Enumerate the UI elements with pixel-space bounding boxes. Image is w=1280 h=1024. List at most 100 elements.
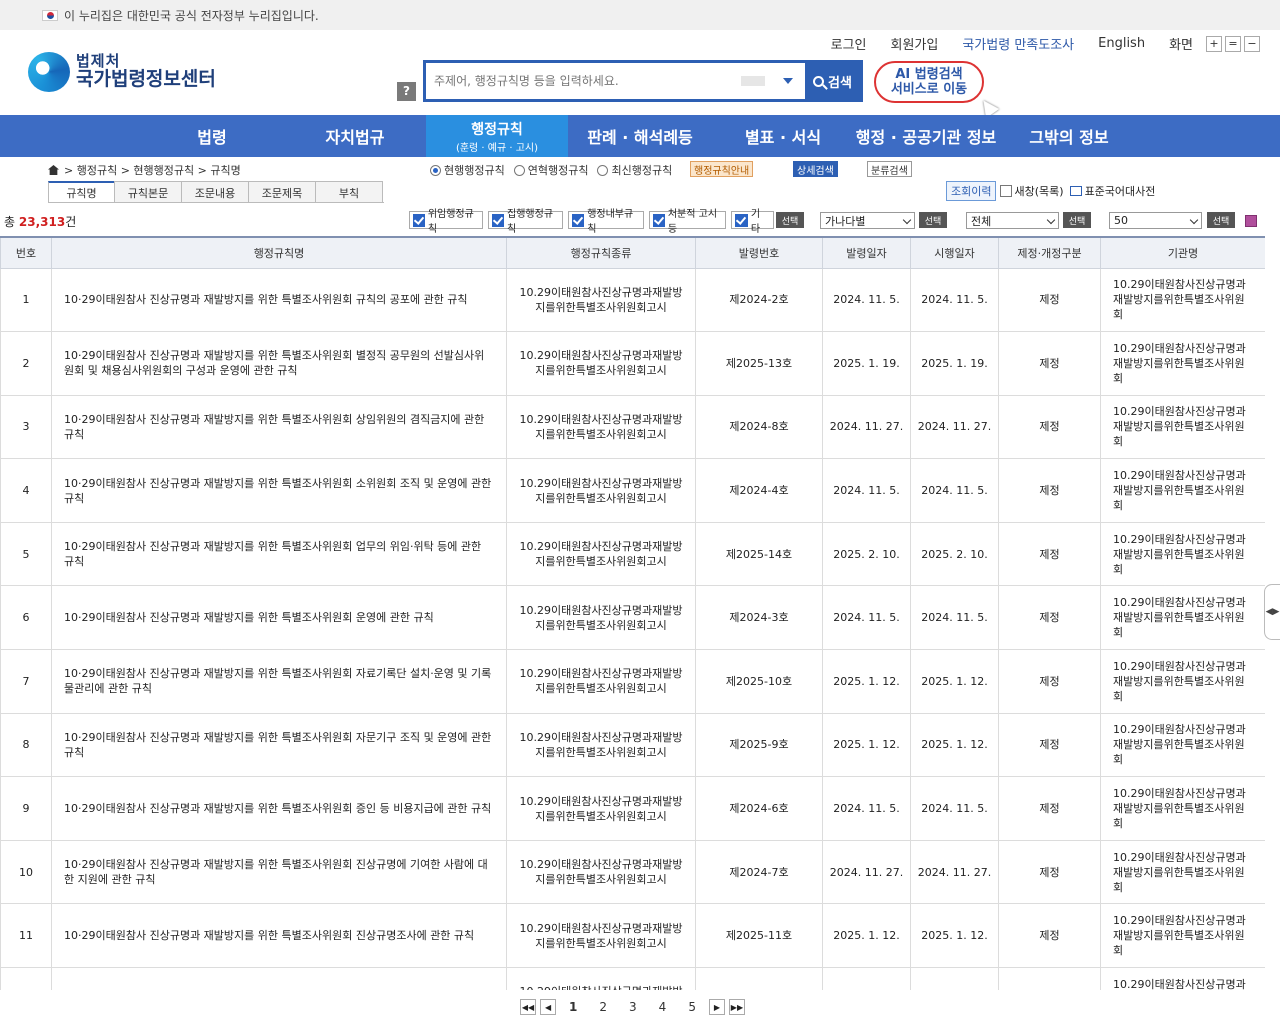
tab-article-content[interactable]: 조문내용 bbox=[181, 181, 249, 203]
col-rule-name-cell[interactable]: 10·29이태원참사 진상규명과 재발방지를 위한 특별조사위원회 자료기록단 … bbox=[51, 649, 507, 714]
col-number-cell: 2 bbox=[0, 331, 52, 396]
col-rule-type-cell: 10.29이태원참사진상규명과재발방지를위한특별조사위원회고시 bbox=[506, 967, 696, 990]
filter-row: 총 23,313건 위임행정규칙 집행행정규칙 행정내부규칙 처분적 고시등 기… bbox=[0, 208, 1265, 236]
filter-other[interactable]: 기타 bbox=[731, 209, 774, 235]
rule-guide-button[interactable]: 행정규칙안내 bbox=[690, 161, 754, 177]
page-link[interactable]: 5 bbox=[688, 1000, 696, 1014]
tab-rule-body[interactable]: 규칙본문 bbox=[114, 181, 182, 203]
save-icon[interactable] bbox=[1245, 215, 1257, 227]
search-help-icon[interactable]: ? bbox=[397, 82, 416, 101]
col-rule-name-cell[interactable]: 10·29이태원참사 진상규명과 재발방지를 위한 특별조사위원회 규칙의 공포… bbox=[51, 267, 507, 333]
filter-select-button[interactable]: 선택 bbox=[776, 212, 804, 228]
pagination: ◀◀ ◀ 1 2 3 4 5 ▶ ▶▶ bbox=[0, 990, 1265, 1024]
category-search-button[interactable]: 분류검색 bbox=[867, 161, 912, 177]
next-page-icon[interactable]: ▶ bbox=[708, 999, 725, 1015]
filter-executive[interactable]: 집행행정규칙 bbox=[488, 209, 563, 235]
tab-rule-name[interactable]: 규칙명 bbox=[48, 181, 115, 203]
side-panel-toggle[interactable]: ◀▶ bbox=[1264, 584, 1280, 640]
col-rule-name-cell[interactable]: 10·29이태원참사 진상규명과 재발방지를 위한 특별조사위원회 소위원회 조… bbox=[51, 458, 507, 523]
search-input[interactable] bbox=[426, 63, 741, 99]
table-row: 2 10·29이태원참사 진상규명과 재발방지를 위한 특별조사위원회 별정직 공… bbox=[0, 331, 1265, 396]
radio-current-rules[interactable]: 현행행정규칙 bbox=[430, 162, 505, 178]
breadcrumb-text: > 행정규칙 > 현행행정규칙 > 규칙명 bbox=[64, 164, 241, 177]
first-page-icon[interactable]: ◀◀ bbox=[520, 999, 537, 1015]
col-rule-name-cell[interactable]: 10·29이태원참사 진상규명과 재발방지를 위한 특별조사위원회 운영에 관한… bbox=[51, 585, 507, 651]
zoom-reset-button[interactable]: = bbox=[1225, 35, 1241, 52]
sort-select-button[interactable]: 선택 bbox=[919, 212, 947, 228]
nav-laws[interactable]: 법령 bbox=[140, 115, 284, 157]
total-count: 총 23,313건 bbox=[4, 213, 76, 230]
prev-page-icon[interactable]: ◀ bbox=[540, 999, 557, 1015]
col-rule-name-cell[interactable]: 10·29이태원참사 진상규명과 재발방지를 위한 특별조사위원회 자문기구 조… bbox=[51, 712, 507, 778]
scope-select[interactable]: 전체 bbox=[966, 212, 1059, 229]
nav-forms[interactable]: 별표 · 서식 bbox=[712, 115, 854, 157]
nav-local-laws[interactable]: 자치법규 bbox=[284, 115, 426, 157]
dictionary-link[interactable]: 표준국어대사전 bbox=[1085, 183, 1156, 199]
col-rule-name-cell[interactable]: 10·29이태원참사 진상규명과 재발방지를 위한 특별조사위원회 별정직 공무… bbox=[51, 331, 507, 396]
col-effective-date-cell: 2025. 2. 10. bbox=[910, 521, 999, 587]
new-window-label: 새창(목록) bbox=[1014, 185, 1064, 198]
radio-history-rules[interactable]: 연혁행정규칙 bbox=[513, 162, 588, 178]
scope-select-button[interactable]: 선택 bbox=[1063, 212, 1091, 228]
col-enact-type-cell: 제정 bbox=[998, 903, 1101, 969]
col-rule-name-cell[interactable]: 10·29이태원참사 진상규명과 재발방지를 위한 특별조사위원회 업무의 위임… bbox=[51, 521, 507, 587]
keyboard-icon[interactable] bbox=[741, 76, 765, 86]
last-page-icon[interactable]: ▶▶ bbox=[728, 999, 745, 1015]
home-icon[interactable] bbox=[48, 165, 59, 175]
col-issue-date-cell: 2025. 1. bbox=[822, 967, 911, 990]
col-rule-name-cell[interactable]: 10·29이태원참사 진상규명과 재발방지를 위한 특별조사위원회 진상규명조사… bbox=[51, 903, 507, 969]
nav-precedents[interactable]: 판례 · 해석례등 bbox=[568, 115, 712, 157]
signup-link[interactable]: 회원가입 bbox=[891, 34, 939, 53]
col-rule-name-cell[interactable]: 10·29이태원참사 진상규명과 재발방지를 위한 특별조사위원회 상임위원의 … bbox=[51, 394, 507, 460]
col-issue-number-cell: 제2024-3호 bbox=[695, 585, 823, 651]
search-button[interactable]: 검색 bbox=[805, 61, 860, 101]
nav-other-info[interactable]: 그밖의 정보 bbox=[998, 115, 1140, 157]
survey-link[interactable]: 국가법령 만족도조사 bbox=[962, 34, 1074, 53]
search-box: 검색 bbox=[423, 60, 863, 102]
per-page-select-button[interactable]: 선택 bbox=[1207, 212, 1235, 228]
english-link[interactable]: English bbox=[1098, 36, 1145, 51]
radio-label: 현행행정규칙 bbox=[444, 164, 505, 177]
filter-disposition[interactable]: 처분적 고시등 bbox=[649, 209, 726, 235]
page-link[interactable]: 4 bbox=[659, 1000, 667, 1014]
checkbox-checked-icon bbox=[735, 213, 748, 227]
col-enact-type-cell: 제정 bbox=[998, 712, 1101, 778]
col-number-cell: 8 bbox=[0, 712, 52, 778]
sort-order-select[interactable]: 가나다별 bbox=[820, 212, 915, 229]
col-rule-type-cell: 10.29이태원참사진상규명과재발방지를위한특별조사위원회고시 bbox=[506, 839, 696, 905]
filter-internal[interactable]: 행정내부규칙 bbox=[568, 209, 644, 235]
gov-banner: 이 누리집은 대한민국 공식 전자정부 누리집입니다. bbox=[0, 0, 1280, 30]
nav-label: 법령 bbox=[197, 128, 227, 147]
nav-public-info[interactable]: 행정 · 공공기관 정보 bbox=[854, 115, 998, 157]
login-link[interactable]: 로그인 bbox=[831, 34, 867, 53]
filter-delegated[interactable]: 위임행정규칙 bbox=[409, 209, 483, 235]
tab-article-title[interactable]: 조문제목 bbox=[248, 181, 316, 203]
zoom-out-button[interactable]: − bbox=[1244, 35, 1260, 52]
nav-label: 별표 · 서식 bbox=[744, 128, 822, 147]
tab-addendum[interactable]: 부칙 bbox=[315, 181, 383, 203]
results-table: 번호 행정규칙명 행정규칙종류 발령번호 발령일자 시행일자 제정·개정구분 기관명 1 10·… bbox=[0, 236, 1265, 990]
ai-search-button[interactable]: AI 법령검색 서비스로 이동 bbox=[874, 61, 1000, 119]
page-link[interactable]: 3 bbox=[629, 1000, 637, 1014]
col-rule-name-cell[interactable]: 10·29이태원참사 진상규명과 재발방지를 위한 특별조사위원회 증인 등 비… bbox=[51, 776, 507, 841]
per-page-select[interactable]: 50 bbox=[1109, 212, 1202, 229]
col-issue-number-cell: 제2025-9호 bbox=[695, 712, 823, 778]
page-link[interactable]: 1 bbox=[569, 1000, 577, 1014]
site-logo[interactable]: 법제처 국가법령정보센터 bbox=[28, 52, 216, 92]
new-window-checkbox[interactable] bbox=[1000, 185, 1013, 197]
col-rule-name-cell[interactable]: 10·29이태원참사 진상규명과 재발방지를 위한 특별조사위원회 진상규명에 … bbox=[51, 839, 507, 905]
col-rule-name-header: 행정규칙명 bbox=[51, 236, 507, 269]
radio-latest-rules[interactable]: 최신행정규칙 bbox=[597, 162, 672, 178]
col-agency-cell: 10.29이태원참사진상규명과재발방지를위한특별조사위원회 bbox=[1100, 331, 1265, 396]
page-link[interactable]: 2 bbox=[599, 1000, 607, 1014]
ai-button-line1: AI 법령검색 bbox=[895, 67, 963, 82]
nav-admin-rules[interactable]: 행정규칙 (훈령 · 예규 · 고시) bbox=[426, 115, 568, 157]
search-dropdown-icon[interactable] bbox=[783, 78, 793, 84]
detail-search-button[interactable]: 상세검색 bbox=[793, 161, 838, 177]
zoom-in-button[interactable]: + bbox=[1206, 35, 1222, 52]
col-rule-name-cell[interactable] bbox=[51, 967, 507, 990]
col-rule-type-cell: 10.29이태원참사진상규명과재발방지를위한특별조사위원회고시 bbox=[506, 712, 696, 778]
view-history-button[interactable]: 조회이력 bbox=[946, 181, 997, 201]
nav-label: 판례 · 해석례등 bbox=[587, 128, 693, 147]
col-issue-number-cell: 제2024-8호 bbox=[695, 394, 823, 460]
